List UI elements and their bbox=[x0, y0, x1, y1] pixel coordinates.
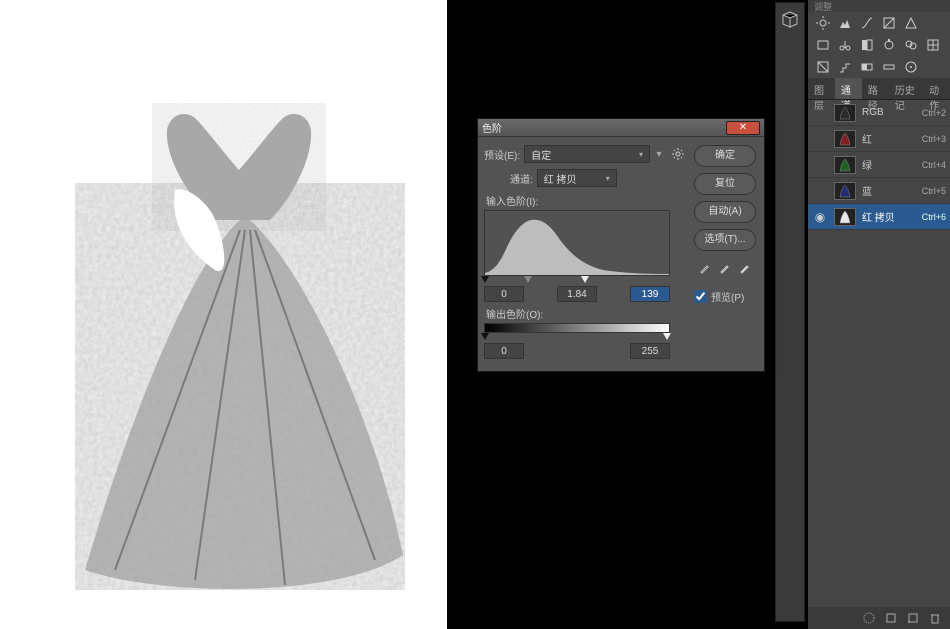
output-black-value[interactable] bbox=[484, 343, 524, 359]
output-values-row bbox=[484, 343, 670, 359]
adjustments-panel-title: 调整 bbox=[808, 0, 950, 12]
panel-footer bbox=[808, 607, 950, 629]
output-white-value[interactable] bbox=[630, 343, 670, 359]
channel-shortcut: Ctrl+6 bbox=[922, 212, 946, 222]
preview-checkbox[interactable] bbox=[694, 290, 707, 303]
channel-row-4[interactable]: ◉ 红 拷贝Ctrl+6 bbox=[808, 204, 950, 230]
channel-shortcut: Ctrl+2 bbox=[922, 108, 946, 118]
channel-thumb bbox=[834, 208, 856, 226]
selective-icon[interactable] bbox=[904, 60, 918, 74]
invert-icon[interactable] bbox=[816, 60, 830, 74]
delete-icon[interactable] bbox=[928, 611, 942, 625]
gear-icon[interactable] bbox=[672, 148, 684, 160]
tab-1[interactable]: 通道 bbox=[835, 78, 862, 99]
auto-button[interactable]: 自动(A) bbox=[694, 201, 756, 223]
threshold-icon[interactable] bbox=[860, 60, 874, 74]
output-gradient bbox=[484, 323, 670, 333]
visibility-icon[interactable]: ◉ bbox=[812, 210, 828, 224]
mixer-icon[interactable] bbox=[904, 38, 918, 52]
eyedropper-gray-icon[interactable] bbox=[718, 261, 732, 275]
curves-icon[interactable] bbox=[860, 16, 874, 30]
input-values-row bbox=[484, 286, 670, 302]
output-white-slider[interactable] bbox=[663, 333, 671, 340]
right-dock-strip bbox=[775, 2, 805, 622]
bw-icon[interactable] bbox=[860, 38, 874, 52]
channel-row-2[interactable]: 绿Ctrl+4 bbox=[808, 152, 950, 178]
preview-checkbox-row[interactable]: 预览(P) bbox=[694, 289, 756, 304]
new-channel-icon[interactable] bbox=[906, 611, 920, 625]
channel-shortcut: Ctrl+3 bbox=[922, 134, 946, 144]
input-white-slider[interactable] bbox=[581, 276, 589, 283]
output-black-slider[interactable] bbox=[481, 333, 489, 340]
preview-label: 预览(P) bbox=[711, 289, 744, 304]
dress-image bbox=[75, 100, 405, 590]
balance-icon[interactable] bbox=[838, 38, 852, 52]
dialog-title-text: 色阶 bbox=[482, 120, 726, 135]
input-levels-label: 输入色阶(I): bbox=[486, 193, 684, 208]
hsl-icon[interactable] bbox=[816, 38, 830, 52]
tab-3[interactable]: 历史记 bbox=[889, 78, 923, 99]
histogram bbox=[484, 210, 670, 276]
channel-name: 红 拷贝 bbox=[862, 209, 922, 224]
input-black-slider[interactable] bbox=[481, 276, 489, 283]
channel-thumb bbox=[834, 130, 856, 148]
panel-tabs: 图层通道路径历史记动作 bbox=[808, 78, 950, 100]
reset-button[interactable]: 复位 bbox=[694, 173, 756, 195]
adjust-icons-row-3 bbox=[808, 56, 950, 78]
channel-shortcut: Ctrl+4 bbox=[922, 160, 946, 170]
document-canvas[interactable] bbox=[0, 0, 447, 629]
3d-cube-icon[interactable] bbox=[781, 11, 799, 29]
load-sel-icon[interactable] bbox=[862, 611, 876, 625]
output-slider-track[interactable] bbox=[484, 333, 670, 341]
levels-dialog: 色阶 ✕ 确定 复位 自动(A) 选项(T)... 预览(P) 预设(E): 自… bbox=[477, 118, 765, 372]
vibrance-icon[interactable] bbox=[904, 16, 918, 30]
save-sel-icon[interactable] bbox=[884, 611, 898, 625]
channel-thumb bbox=[834, 156, 856, 174]
channel-shortcut: Ctrl+5 bbox=[922, 186, 946, 196]
photo-filter-icon[interactable] bbox=[882, 38, 896, 52]
chevron-down-icon: ▾ bbox=[654, 149, 664, 160]
dialog-button-column: 确定 复位 自动(A) 选项(T)... 预览(P) bbox=[694, 145, 756, 304]
channel-select[interactable]: 红 拷贝 bbox=[537, 169, 617, 187]
output-levels-label: 输出色阶(O): bbox=[486, 306, 684, 321]
options-button[interactable]: 选项(T)... bbox=[694, 229, 756, 251]
channel-label: 通道: bbox=[510, 171, 533, 186]
input-gamma-slider[interactable] bbox=[524, 276, 532, 283]
preset-select[interactable]: 自定 bbox=[524, 145, 650, 163]
input-black-value[interactable] bbox=[484, 286, 524, 302]
panels-column: 调整 图层通道路径历史记动作 RGBCtrl+2红Ctrl+3绿Ctrl+4蓝C… bbox=[808, 0, 950, 629]
levels-icon[interactable] bbox=[838, 16, 852, 30]
preset-label: 预设(E): bbox=[484, 147, 520, 162]
tab-2[interactable]: 路径 bbox=[862, 78, 889, 99]
input-slider-track[interactable] bbox=[484, 276, 670, 284]
channel-thumb bbox=[834, 182, 856, 200]
brightness-icon[interactable] bbox=[816, 16, 830, 30]
input-gamma-value[interactable] bbox=[557, 286, 597, 302]
channel-row-1[interactable]: 红Ctrl+3 bbox=[808, 126, 950, 152]
channel-thumb bbox=[834, 104, 856, 122]
channel-name: 红 bbox=[862, 131, 922, 146]
channel-row-3[interactable]: 蓝Ctrl+5 bbox=[808, 178, 950, 204]
channels-list: RGBCtrl+2红Ctrl+3绿Ctrl+4蓝Ctrl+5◉红 拷贝Ctrl+… bbox=[808, 100, 950, 230]
eyedropper-white-icon[interactable] bbox=[738, 261, 752, 275]
eyedropper-group bbox=[694, 261, 756, 275]
lut-icon[interactable] bbox=[926, 38, 940, 52]
channel-name: 蓝 bbox=[862, 183, 922, 198]
close-icon[interactable]: ✕ bbox=[726, 121, 760, 135]
gradient-map-icon[interactable] bbox=[882, 60, 896, 74]
ok-button[interactable]: 确定 bbox=[694, 145, 756, 167]
posterize-icon[interactable] bbox=[838, 60, 852, 74]
exposure-icon[interactable] bbox=[882, 16, 896, 30]
channel-name: 绿 bbox=[862, 157, 922, 172]
channel-name: RGB bbox=[862, 107, 922, 118]
input-white-value[interactable] bbox=[630, 286, 670, 302]
dialog-titlebar[interactable]: 色阶 ✕ bbox=[478, 119, 764, 137]
adjust-icons-row-1 bbox=[808, 12, 950, 34]
eyedropper-black-icon[interactable] bbox=[698, 261, 712, 275]
adjust-icons-row-2 bbox=[808, 34, 950, 56]
tab-0[interactable]: 图层 bbox=[808, 78, 835, 99]
tab-4[interactable]: 动作 bbox=[923, 78, 950, 99]
